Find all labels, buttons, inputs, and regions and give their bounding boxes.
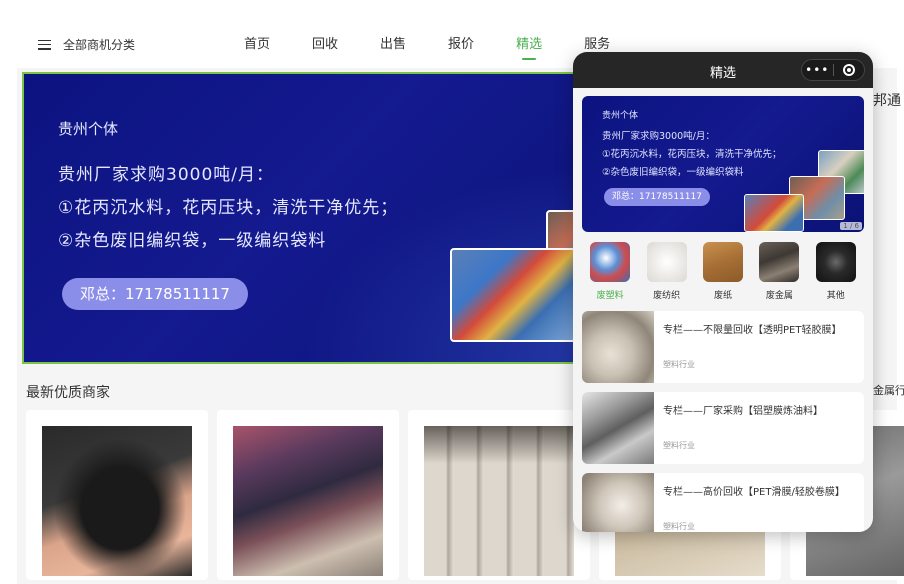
phone-banner[interactable]: 贵州个体 贵州厂家求购3000吨/月： ①花丙沉水料，花丙压块，清洗干净优先； …	[582, 96, 864, 232]
category-label: 废纺织	[653, 291, 681, 301]
merchant-card[interactable]	[217, 410, 399, 580]
target-icon	[842, 64, 855, 76]
section-title: 最新优质商家	[26, 385, 110, 401]
nav-item-quote[interactable]: 报价	[448, 33, 474, 52]
waste-metal-image	[759, 242, 800, 282]
list-item[interactable]: 专栏——高价回收【PET滑膜/轻胶卷膜】 塑料行业	[582, 473, 864, 532]
hero-line-3: ②杂色废旧编织袋，一级编织袋料	[58, 231, 327, 251]
list-item[interactable]: 专栏——厂家采购【铝塑膜炼油料】 塑料行业	[582, 392, 864, 464]
merchant-image	[233, 426, 383, 576]
hero-line-2: ①花丙沉水料，花丙压块，清洗干净优先；	[58, 198, 399, 218]
list-item-tag: 塑料行业	[663, 522, 695, 531]
list-item-image	[582, 311, 654, 383]
merchant-image	[424, 426, 574, 576]
merchant-image	[42, 426, 192, 576]
all-categories-menu[interactable]: 全部商机分类	[38, 36, 135, 53]
capsule-menu: •••	[801, 59, 865, 81]
category-waste-paper[interactable]: 废纸	[698, 242, 748, 304]
phone-banner-contact[interactable]: 邓总：17178511117	[604, 188, 710, 206]
list-item-title: 专栏——厂家采购【铝塑膜炼油料】	[663, 406, 823, 417]
list-item-image	[582, 392, 654, 464]
nav-item-recycle[interactable]: 回收	[312, 33, 338, 52]
banner-page-indicator: 1 / 6	[840, 222, 862, 230]
phone-banner-line-2: ①花丙沉水料，花丙压块，清洗干净优先；	[602, 149, 782, 160]
category-waste-plastic[interactable]: 废塑料	[585, 242, 635, 304]
page: 全部商机分类 首页 回收 出售 报价 精选 服务 贵州个体 贵州厂家求购3000…	[0, 0, 904, 584]
category-grid: 废塑料 废纺织 废纸 废金属 其他	[582, 242, 864, 304]
nav-item-featured[interactable]: 精选	[516, 33, 542, 60]
category-label: 废塑料	[596, 291, 624, 301]
waste-paper-image	[702, 242, 743, 282]
all-categories-label: 全部商机分类	[63, 38, 136, 52]
phone-header: 精选 •••	[573, 52, 873, 88]
category-label: 废纸	[713, 291, 732, 301]
hero-banner[interactable]: 贵州个体 贵州厂家求购3000吨/月： ①花丙沉水料，花丙压块，清洗干净优先； …	[22, 72, 622, 364]
list-item[interactable]: 专栏——不限量回收【透明PET轻胶膜】 塑料行业	[582, 311, 864, 383]
phone-banner-owner: 贵州个体	[602, 111, 639, 121]
hero-contact-button[interactable]: 邓总：17178511117	[62, 278, 248, 310]
category-waste-metal[interactable]: 废金属	[754, 242, 804, 304]
other-image	[815, 242, 856, 282]
list-item-title: 专栏——高价回收【PET滑膜/轻胶卷膜】	[663, 487, 845, 498]
category-label: 废金属	[765, 291, 793, 301]
nav-item-sell[interactable]: 出售	[380, 33, 406, 52]
menu-icon	[38, 39, 51, 50]
phone-banner-line-1: 贵州厂家求购3000吨/月：	[602, 131, 715, 142]
merchant-card[interactable]	[26, 410, 208, 580]
mini-program-preview: 精选 ••• 贵州个体 贵州厂家求购3000吨/月： ①花丙沉水料，花丙压块，清…	[573, 52, 873, 532]
more-icon[interactable]: •••	[802, 60, 833, 80]
list-item-tag: 塑料行业	[663, 441, 695, 450]
hero-line-1: 贵州厂家求购3000吨/月：	[58, 165, 274, 185]
nav-item-home[interactable]: 首页	[244, 33, 270, 52]
list-item-image	[582, 473, 654, 532]
hero-owner: 贵州个体	[58, 120, 119, 138]
category-other[interactable]: 其他	[811, 242, 861, 304]
partial-text-right-top: 邦通	[873, 93, 901, 109]
phone-banner-line-3: ②杂色废旧编织袋，一级编织袋料	[602, 167, 744, 178]
category-waste-textile[interactable]: 废纺织	[642, 242, 692, 304]
hero-photo-main	[450, 248, 576, 342]
waste-textile-image	[646, 242, 687, 282]
nav-items: 首页 回收 出售 报价 精选 服务	[244, 33, 652, 60]
nav-item-service[interactable]: 服务	[584, 33, 610, 52]
partial-text-right-bottom: 金属行	[873, 384, 904, 397]
close-target-button[interactable]	[834, 64, 865, 76]
waste-plastic-image	[590, 242, 631, 282]
merchant-card[interactable]	[408, 410, 590, 580]
phone-banner-photo	[744, 194, 804, 232]
list-item-title: 专栏——不限量回收【透明PET轻胶膜】	[663, 325, 842, 336]
category-label: 其他	[826, 291, 845, 301]
list-item-tag: 塑料行业	[663, 360, 695, 369]
